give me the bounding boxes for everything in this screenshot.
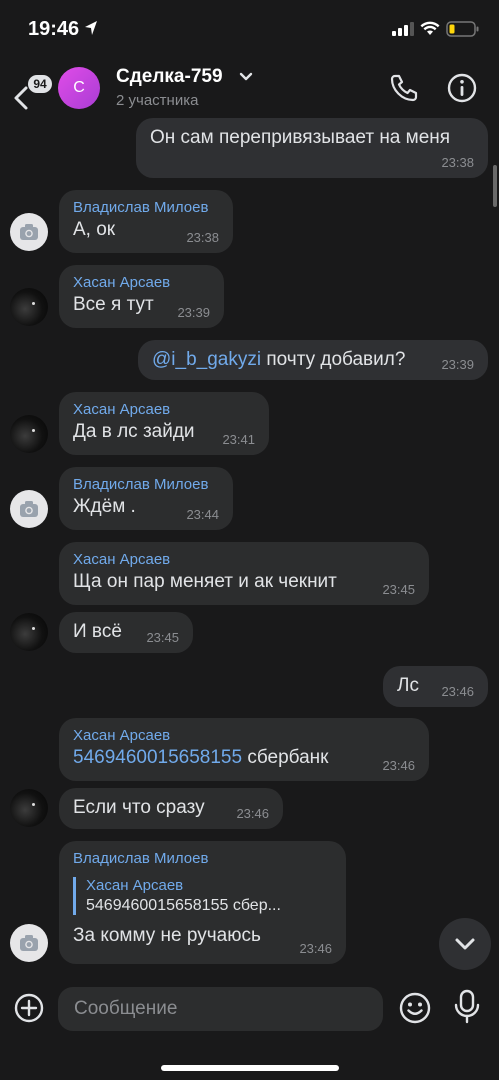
chat-header: 94 С Сделка-759 2 участника <box>0 58 499 120</box>
camera-icon <box>20 501 38 517</box>
chat-subtitle: 2 участника <box>116 92 199 109</box>
message-incoming[interactable]: Хасан Арсаев Все я тут 23:39 <box>59 265 224 328</box>
message-text-rest: почту добавил? <box>261 349 406 370</box>
composer <box>0 975 499 1080</box>
battery-icon <box>446 21 479 37</box>
reply-quote[interactable]: Хасан Арсаев 5469460015658155 сбер... <box>73 877 332 915</box>
message-time: 23:46 <box>382 758 415 773</box>
message-sender[interactable]: Хасан Арсаев <box>73 401 255 418</box>
wifi-icon <box>420 21 440 35</box>
status-time: 19:46 <box>28 18 80 40</box>
message-incoming[interactable]: Если что сразу 23:46 <box>59 788 283 829</box>
user-avatar[interactable] <box>10 415 48 453</box>
message-time: 23:46 <box>236 806 269 821</box>
scrollbar[interactable] <box>493 165 497 207</box>
message-outgoing[interactable]: Лс 23:46 <box>383 666 488 707</box>
message-text-rest: сбербанк <box>242 747 329 768</box>
message-time: 23:38 <box>441 155 474 170</box>
info-icon[interactable] <box>446 72 478 104</box>
message-time: 23:39 <box>441 357 474 372</box>
chat-title[interactable]: Сделка-759 <box>116 66 223 88</box>
message-text: @i_b_gakyzi почту добавил? <box>152 349 474 371</box>
quote-text: 5469460015658155 сбер... <box>86 897 281 914</box>
plus-icon[interactable] <box>13 992 45 1024</box>
message-time: 23:46 <box>441 684 474 699</box>
back-button[interactable]: 94 <box>8 66 52 112</box>
chevron-down-icon <box>455 938 475 950</box>
status-bar: 19:46 <box>0 0 499 58</box>
message-field[interactable] <box>58 987 383 1031</box>
message-incoming[interactable]: Владислав Милоев Ждём . 23:44 <box>59 467 233 530</box>
message-time: 23:41 <box>222 432 255 447</box>
message-incoming[interactable]: Хасан Арсаев 5469460015658155 сбербанк 2… <box>59 718 429 781</box>
message-time: 23:45 <box>382 582 415 597</box>
cellular-signal-icon <box>392 22 414 36</box>
avatar-placeholder[interactable] <box>10 490 48 528</box>
message-text: 5469460015658155 сбербанк <box>73 747 415 769</box>
message-sender[interactable]: Хасан Арсаев <box>73 551 415 568</box>
message-incoming[interactable]: Владислав Милоев Хасан Арсаев 5469460015… <box>59 841 346 964</box>
mention-link[interactable]: @i_b_gakyzi <box>152 349 261 370</box>
message-outgoing[interactable]: Он сам перепривязывает на меня 23:38 <box>136 118 488 178</box>
message-incoming[interactable]: Хасан Арсаев Да в лс зайди 23:41 <box>59 392 269 455</box>
message-time: 23:46 <box>299 941 332 956</box>
message-outgoing[interactable]: @i_b_gakyzi почту добавил? 23:39 <box>138 340 488 380</box>
emoji-icon[interactable] <box>398 991 432 1025</box>
message-incoming[interactable]: Владислав Милоев А, ок 23:38 <box>59 190 233 253</box>
message-time: 23:39 <box>177 305 210 320</box>
message-text: Ща он пар меняет и ак чекнит <box>73 571 337 592</box>
user-avatar[interactable] <box>10 288 48 326</box>
microphone-icon[interactable] <box>452 989 482 1025</box>
message-sender[interactable]: Хасан Арсаев <box>73 727 415 744</box>
camera-icon <box>20 224 38 240</box>
message-text: За комму не ручаюсь <box>73 925 261 946</box>
avatar-placeholder[interactable] <box>10 924 48 962</box>
chat-avatar[interactable]: С <box>58 67 100 109</box>
card-number-link[interactable]: 5469460015658155 <box>73 747 242 768</box>
location-arrow-icon <box>85 21 97 35</box>
home-indicator[interactable] <box>161 1065 339 1071</box>
message-sender[interactable]: Хасан Арсаев <box>73 274 210 291</box>
scroll-to-bottom-button[interactable] <box>439 918 491 970</box>
quote-sender: Хасан Арсаев <box>86 877 184 894</box>
message-incoming[interactable]: И всё 23:45 <box>59 612 193 653</box>
message-time: 23:45 <box>146 630 179 645</box>
unread-badge: 94 <box>28 75 52 93</box>
message-sender[interactable]: Владислав Милоев <box>73 850 332 867</box>
message-incoming[interactable]: Хасан Арсаев Ща он пар меняет и ак чекни… <box>59 542 429 605</box>
camera-icon <box>20 935 38 951</box>
message-input[interactable] <box>58 987 383 1031</box>
chevron-down-icon[interactable] <box>239 72 253 82</box>
phone-call-icon[interactable] <box>388 72 420 104</box>
avatar-placeholder[interactable] <box>10 213 48 251</box>
message-time: 23:44 <box>186 507 219 522</box>
message-time: 23:38 <box>186 230 219 245</box>
user-avatar[interactable] <box>10 789 48 827</box>
message-sender[interactable]: Владислав Милоев <box>73 199 219 216</box>
message-sender[interactable]: Владислав Милоев <box>73 476 219 493</box>
message-text: Он сам перепривязывает на меня <box>150 127 451 148</box>
user-avatar[interactable] <box>10 613 48 651</box>
